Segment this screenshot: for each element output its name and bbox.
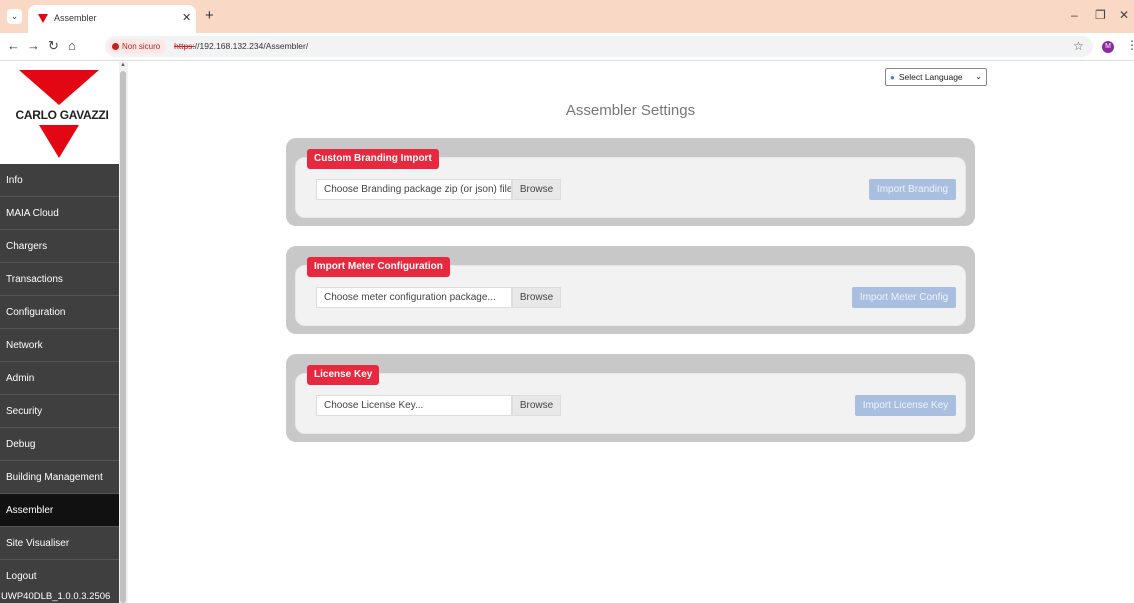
chevron-down-icon: ⌄ — [975, 72, 982, 81]
sidebar-item-admin[interactable]: Admin — [0, 362, 119, 395]
sidebar-item-network[interactable]: Network — [0, 329, 119, 362]
home-icon[interactable]: ⌂ — [68, 38, 76, 53]
branding-file-input[interactable]: Choose Branding package zip (or json) fi… — [316, 179, 512, 200]
meter-config-browse-button[interactable]: Browse — [512, 287, 561, 308]
meter-config-panel-title: Import Meter Configuration — [307, 257, 450, 277]
sidebar-item-building-management[interactable]: Building Management — [0, 461, 119, 494]
sidebar-item-transactions[interactable]: Transactions — [0, 263, 119, 296]
sidebar-item-logout[interactable]: Logout — [0, 564, 119, 590]
version-label: UWP40DLB_1.0.0.3.2506 — [1, 591, 111, 602]
meter-config-panel: Choose meter configuration package... Br… — [286, 246, 975, 334]
logo-triangle-bottom — [39, 125, 79, 158]
branding-browse-button[interactable]: Browse — [512, 179, 561, 200]
license-key-panel-title: License Key — [307, 365, 380, 385]
back-icon[interactable]: ← — [7, 38, 20, 53]
tab-search-icon[interactable]: ⌄ — [7, 9, 22, 24]
sidebar-item-maia-cloud[interactable]: MAIA Cloud — [0, 197, 119, 230]
license-key-panel: Choose License Key... Browse Import Lice… — [286, 354, 975, 442]
tab-title: Assembler — [54, 13, 97, 23]
close-window-icon[interactable]: ✕ — [1119, 8, 1129, 22]
bookmark-star-icon[interactable]: ☆ — [1073, 39, 1084, 53]
meter-config-file-input[interactable]: Choose meter configuration package... — [316, 287, 512, 308]
browser-tab-bar: ⌄ Assembler ✕ + – ❐ ✕ — [0, 0, 1134, 33]
license-key-panel-body: Choose License Key... Browse Import Lice… — [295, 373, 966, 434]
sidebar-item-security[interactable]: Security — [0, 395, 119, 428]
language-select-label: Select Language — [898, 72, 963, 82]
branding-panel: Choose Branding package zip (or json) fi… — [286, 138, 975, 226]
sidebar: CARLO GAVAZZI Info MAIA Cloud Chargers T… — [0, 62, 119, 603]
favicon-icon — [38, 14, 48, 23]
new-tab-icon[interactable]: + — [205, 7, 214, 24]
warning-icon — [112, 43, 119, 50]
import-branding-button[interactable]: Import Branding — [869, 179, 956, 200]
profile-avatar[interactable]: M — [1102, 41, 1114, 53]
logo-triangle-top — [19, 70, 99, 105]
logo-text: CARLO GAVAZZI — [15, 108, 109, 122]
page-title: Assembler Settings — [565, 102, 696, 119]
url-protocol: https: — [174, 41, 195, 51]
sidebar-item-debug[interactable]: Debug — [0, 428, 119, 461]
restore-icon[interactable]: ❐ — [1095, 8, 1106, 22]
close-tab-icon[interactable]: ✕ — [182, 11, 191, 24]
scroll-up-icon[interactable]: ▲ — [120, 62, 126, 68]
sidebar-item-info[interactable]: Info — [0, 164, 119, 197]
browser-toolbar: ← → ↻ ⌂ Non sicuro https://192.168.132.2… — [0, 33, 1134, 61]
url-text: https://192.168.132.234/Assembler/ — [174, 41, 308, 51]
import-license-key-button[interactable]: Import License Key — [855, 395, 956, 416]
sidebar-menu: Info MAIA Cloud Chargers Transactions Co… — [0, 164, 119, 603]
license-key-file-input[interactable]: Choose License Key... — [316, 395, 512, 416]
browser-tab[interactable]: Assembler ✕ — [28, 5, 196, 33]
security-chip[interactable]: Non sicuro — [108, 39, 167, 54]
browser-menu-icon[interactable]: ⋮ — [1126, 38, 1134, 52]
reload-icon[interactable]: ↻ — [48, 38, 59, 54]
sidebar-item-site-visualiser[interactable]: Site Visualiser — [0, 527, 119, 560]
sidebar-item-assembler[interactable]: Assembler — [0, 494, 119, 527]
forward-icon[interactable]: → — [27, 38, 40, 53]
globe-icon: ● — [890, 73, 895, 82]
import-meter-config-button[interactable]: Import Meter Config — [852, 287, 956, 308]
scrollbar-thumb[interactable] — [120, 71, 126, 603]
logo: CARLO GAVAZZI — [0, 62, 119, 162]
url-path: //192.168.132.234/Assembler/ — [194, 41, 309, 51]
security-label: Non sicuro — [122, 42, 161, 51]
language-select[interactable]: ● Select Language ⌄ — [885, 68, 987, 86]
address-bar[interactable]: Non sicuro https://192.168.132.234/Assem… — [105, 36, 1093, 57]
branding-panel-title: Custom Branding Import — [307, 149, 439, 169]
sidebar-item-chargers[interactable]: Chargers — [0, 230, 119, 263]
license-key-browse-button[interactable]: Browse — [512, 395, 561, 416]
sidebar-scrollbar[interactable]: ▲ — [119, 62, 128, 603]
sidebar-item-configuration[interactable]: Configuration — [0, 296, 119, 329]
minimize-icon[interactable]: – — [1071, 8, 1078, 22]
